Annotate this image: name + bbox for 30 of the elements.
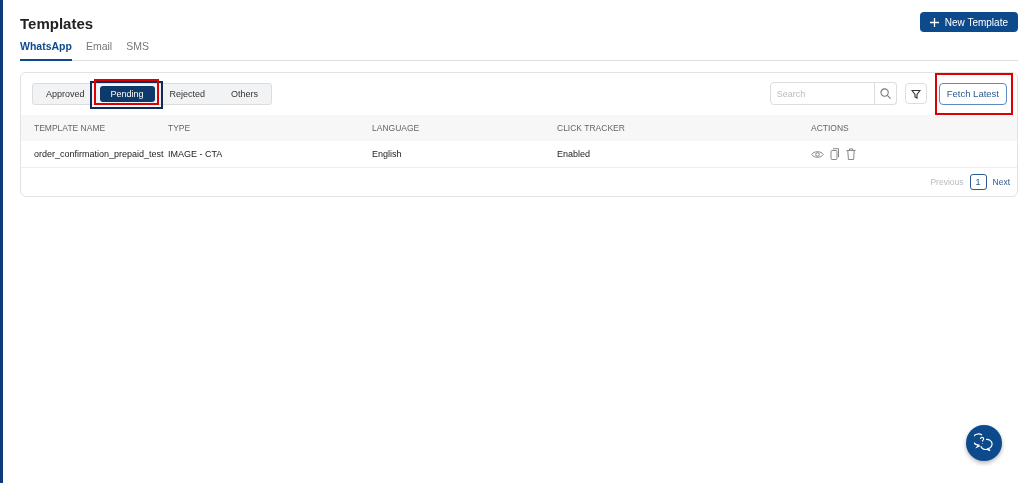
next-link[interactable]: Next	[992, 177, 1010, 187]
table-cell-text: English	[372, 149, 403, 159]
channel-tab[interactable]: Email	[85, 37, 113, 61]
fetch-latest-button[interactable]: Fetch Latest	[938, 82, 1007, 105]
column-header: TYPE	[168, 123, 192, 133]
copy-icon[interactable]	[830, 148, 840, 160]
filter-button[interactable]	[904, 83, 927, 104]
table-cell-text: Enabled	[557, 149, 592, 159]
column-header: ACTIONS	[811, 123, 850, 133]
table-cell-text: order_confirmation_prepaid_test	[34, 149, 165, 159]
page-title: Templates	[20, 14, 94, 32]
status-filter-option[interactable]: Others	[220, 85, 270, 102]
search-icon[interactable]	[879, 88, 891, 99]
column-header: TEMPLATE NAME	[34, 123, 107, 133]
help-chat-button[interactable]	[966, 425, 1002, 461]
new-template-button[interactable]: New Template	[919, 12, 1018, 32]
plus-icon	[929, 17, 939, 27]
channel-tab[interactable]: SMS	[126, 37, 149, 61]
column-header: LANGUAGE	[372, 123, 421, 133]
table-cell-text: IMAGE - CTA	[168, 149, 224, 159]
status-filter-option[interactable]: Pending	[99, 85, 155, 102]
page-button[interactable]: 1	[969, 174, 987, 190]
eye-icon[interactable]	[811, 149, 824, 159]
chat-bubbles-icon	[974, 433, 994, 453]
channel-tab[interactable]: WhatsApp	[20, 37, 72, 61]
status-filter-option[interactable]: Rejected	[158, 85, 217, 102]
filter-icon	[910, 88, 921, 99]
status-filter-option[interactable]: Approved	[35, 85, 96, 102]
trash-icon[interactable]	[846, 148, 856, 160]
column-header: CLICK TRACKER	[557, 123, 626, 133]
